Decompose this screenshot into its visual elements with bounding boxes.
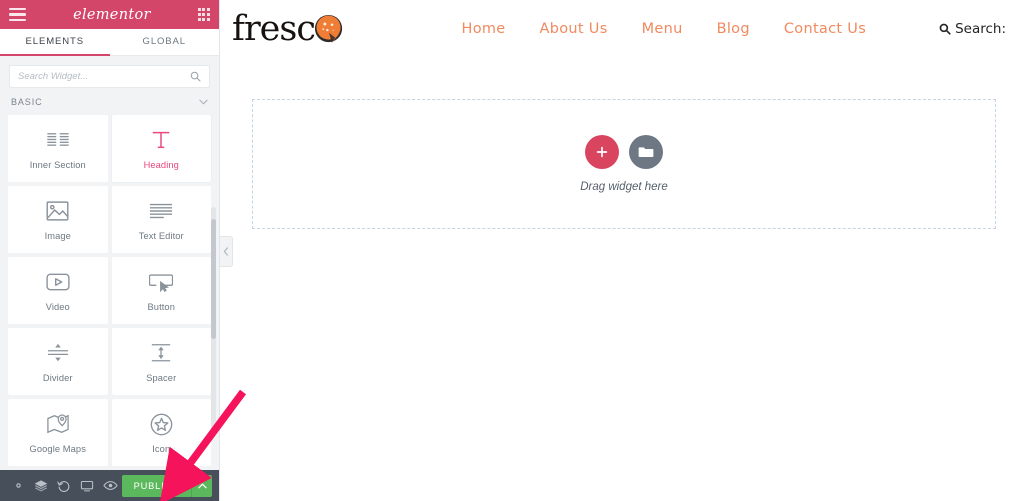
widget-image[interactable]: Image: [8, 186, 108, 253]
widget-label: Google Maps: [29, 444, 86, 454]
search-widget-box[interactable]: [9, 65, 210, 88]
responsive-monitor-icon[interactable]: [76, 470, 99, 501]
preview-eye-icon[interactable]: [99, 470, 122, 501]
widget-spacer[interactable]: Spacer: [111, 328, 211, 395]
widget-google-maps[interactable]: Google Maps: [8, 399, 108, 466]
tab-elements[interactable]: ELEMENTS: [0, 29, 110, 56]
widget-label: Divider: [42, 373, 73, 383]
nav-item-home[interactable]: Home: [445, 21, 523, 37]
canvas-body: Drag widget here: [220, 58, 1024, 501]
site-logo-text: fresc: [232, 8, 316, 49]
text-editor-icon: [149, 198, 173, 224]
hamburger-menu-icon[interactable]: [9, 7, 26, 22]
category-basic-header[interactable]: BASIC: [0, 94, 219, 115]
panel-header: elementor: [0, 0, 219, 29]
site-search-toggle[interactable]: Search:: [939, 21, 1006, 37]
panel-collapse-handle[interactable]: [220, 236, 233, 267]
elementor-editor: elementor ELEMENTS GLOBAL BASIC: [0, 0, 1024, 501]
elementor-panel: elementor ELEMENTS GLOBAL BASIC: [0, 0, 220, 501]
widget-label: Heading: [143, 160, 179, 170]
dropzone-label: Drag widget here: [580, 181, 668, 193]
panel-tabs: ELEMENTS GLOBAL: [0, 29, 219, 56]
spacer-icon: [149, 340, 173, 366]
template-library-button[interactable]: [629, 135, 663, 169]
google-maps-icon: [46, 411, 70, 437]
widget-label: Inner Section: [29, 160, 86, 170]
panel-scrollbar-thumb[interactable]: [211, 219, 216, 339]
widget-button[interactable]: Button: [111, 257, 211, 324]
widget-label: Video: [45, 302, 70, 312]
widget-label: Image: [44, 231, 71, 241]
tab-global[interactable]: GLOBAL: [110, 29, 220, 56]
widget-video[interactable]: Video: [8, 257, 108, 324]
search-icon: [190, 71, 201, 82]
dropzone-actions: [585, 135, 663, 169]
site-search-label: Search:: [955, 21, 1006, 37]
elementor-logo: elementor: [73, 6, 151, 23]
divider-icon: [46, 340, 70, 366]
add-section-button[interactable]: [585, 135, 619, 169]
button-icon: [149, 269, 174, 295]
inner-section-icon: [46, 127, 70, 153]
search-input[interactable]: [18, 71, 190, 82]
panel-footer-toolbar: PUBLISH: [0, 470, 219, 501]
category-title: BASIC: [11, 97, 43, 107]
nav-item-contact-us[interactable]: Contact Us: [767, 21, 883, 37]
widget-inner-section[interactable]: Inner Section: [8, 115, 108, 182]
widget-divider[interactable]: Divider: [8, 328, 108, 395]
settings-gear-icon[interactable]: [7, 470, 30, 501]
image-icon: [46, 198, 69, 224]
chevron-up-icon[interactable]: [191, 474, 212, 497]
grid-icon[interactable]: [197, 8, 210, 21]
widget-text-editor[interactable]: Text Editor: [111, 186, 211, 253]
site-header: fresc Home About Us Menu Blog Contact Us…: [220, 0, 1024, 58]
widget-grid: Inner Section Heading Image Text Editor …: [8, 115, 211, 466]
widget-label: Spacer: [146, 373, 177, 383]
publish-button-group: PUBLISH: [121, 474, 212, 497]
search-widget-section: [0, 56, 219, 94]
nav-item-about-us[interactable]: About Us: [523, 21, 625, 37]
widget-list: Inner Section Heading Image Text Editor …: [0, 115, 219, 470]
nav-item-blog[interactable]: Blog: [700, 21, 767, 37]
pizza-slice-icon: [313, 13, 346, 46]
nav-item-menu[interactable]: Menu: [625, 21, 700, 37]
star-icon: [150, 411, 173, 437]
widget-icon[interactable]: Icon: [111, 399, 211, 466]
chevron-down-icon: [199, 98, 208, 107]
widget-heading[interactable]: Heading: [111, 115, 211, 182]
video-icon: [46, 269, 70, 295]
widget-label: Button: [147, 302, 175, 312]
widget-label: Icon: [152, 444, 171, 454]
publish-button[interactable]: PUBLISH: [121, 474, 191, 497]
site-logo[interactable]: fresc: [232, 8, 346, 49]
heading-icon: [150, 127, 172, 153]
history-revisions-icon[interactable]: [53, 470, 76, 501]
site-navigation: Home About Us Menu Blog Contact Us Searc…: [445, 21, 1007, 37]
widget-label: Text Editor: [138, 231, 184, 241]
widget-dropzone[interactable]: Drag widget here: [252, 99, 996, 229]
navigator-layers-icon[interactable]: [30, 470, 53, 501]
page-preview-canvas: fresc Home About Us Menu Blog Contact Us…: [220, 0, 1024, 501]
